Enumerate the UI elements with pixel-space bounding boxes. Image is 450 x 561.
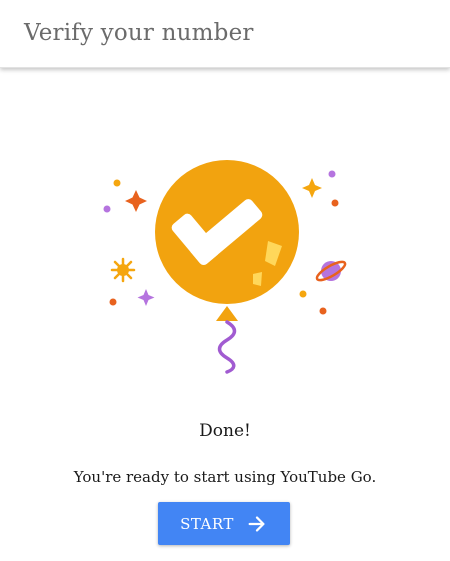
arrow-right-icon [248,515,265,532]
done-title: Done! [199,421,251,441]
confetti-dot [103,205,111,213]
balloon-checkmark-icon [103,160,347,374]
sun-icon [110,257,136,283]
sparkle-icon [137,289,155,306]
app-bar: Verify your number [0,0,450,68]
confetti-dot [328,170,336,178]
balloon-knot [216,306,238,321]
start-button-label: START [180,514,234,533]
sparkle-icon [302,178,322,198]
page-title: Verify your number [24,20,254,46]
confetti-dot [299,290,307,298]
sparkle-icon [125,190,147,212]
ready-message: You're ready to start using YouTube Go. [73,468,377,486]
confetti-dot [331,199,339,207]
verify-number-screen: Verify your number Done! You're ready to… [0,0,450,561]
confetti-dot [109,298,117,306]
confetti-piece [253,272,262,286]
planet-icon [315,260,347,282]
start-button[interactable]: START [158,502,290,545]
confetti-dot [319,307,327,315]
balloon-string [217,320,237,374]
confetti-dot [113,179,121,187]
